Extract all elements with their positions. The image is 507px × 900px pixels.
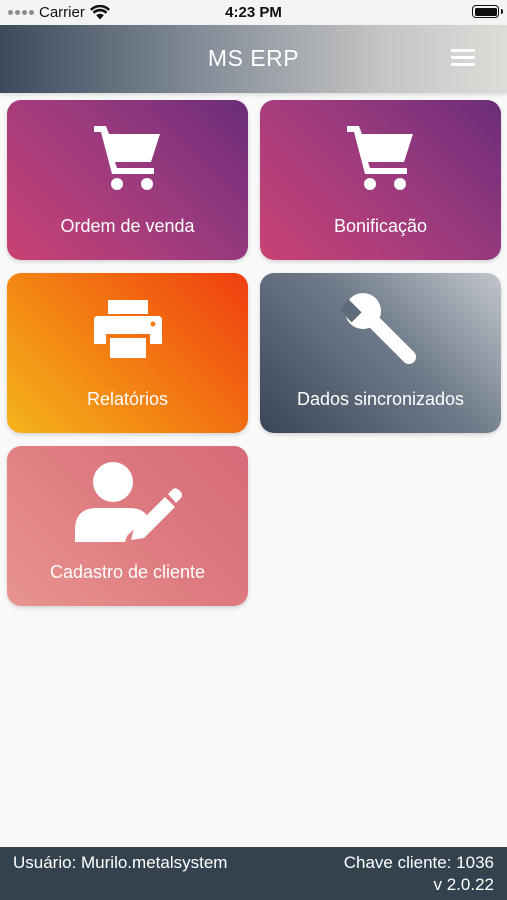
- hamburger-menu-icon[interactable]: [451, 49, 475, 69]
- status-bar: Carrier 4:23 PM: [0, 0, 507, 25]
- tile-cadastro-de-cliente[interactable]: Cadastro de cliente: [7, 446, 248, 606]
- wrench-icon: [260, 289, 501, 369]
- tile-dados-sincronizados[interactable]: Dados sincronizados: [260, 273, 501, 433]
- status-time: 4:23 PM: [225, 4, 282, 21]
- tile-label: Relatórios: [86, 389, 169, 409]
- app-version: v 2.0.22: [433, 875, 495, 894]
- cart-icon: [7, 116, 248, 196]
- app-title: MS ERP: [207, 45, 300, 71]
- app-header: MS ERP: [0, 25, 507, 93]
- battery-icon: [472, 5, 503, 18]
- tile-label: Dados sincronizados: [296, 389, 465, 409]
- tile-relatorios[interactable]: Relatórios: [7, 273, 248, 433]
- tile-label: Bonificação: [333, 216, 428, 236]
- user-info: Usuário: Murilo.metalsystem: [13, 853, 228, 872]
- tile-ordem-de-venda[interactable]: Ordem de venda: [7, 100, 248, 260]
- tile-label: Cadastro de cliente: [49, 562, 206, 582]
- tile-label: Ordem de venda: [60, 216, 195, 236]
- client-key: Chave cliente: 1036: [343, 853, 494, 872]
- printer-icon: [7, 289, 248, 369]
- cart-icon: [260, 116, 501, 196]
- tile-bonificacao[interactable]: Bonificação: [260, 100, 501, 260]
- user-edit-icon: [7, 462, 248, 542]
- footer: Usuário: Murilo.metalsystem Chave client…: [0, 847, 507, 900]
